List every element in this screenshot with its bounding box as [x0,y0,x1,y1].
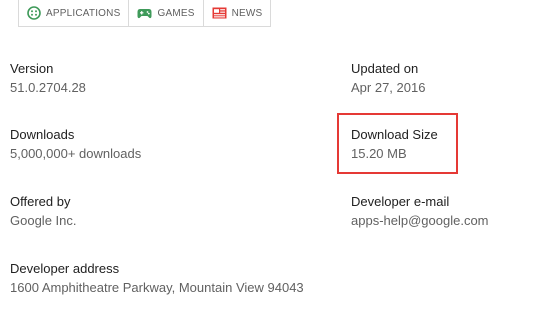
download-size-field: Download Size 15.20 MB [351,127,559,162]
app-details-page: APPLICATIONS GAMES NEWS Version 51.0.270… [0,0,559,317]
gamepad-icon [137,8,152,19]
updated-on-value: Apr 27, 2016 [351,80,426,95]
downloads-field: Downloads 5,000,000+ downloads [10,127,250,162]
version-title: Version [10,61,54,76]
developer-address-field: Developer address 1600 Amphitheatre Park… [10,261,430,296]
developer-email-field: Developer e-mail apps-help@google.com [351,194,559,229]
tab-games[interactable]: GAMES [129,0,204,26]
tab-applications[interactable]: APPLICATIONS [19,0,130,26]
offered-by-title: Offered by [10,194,71,209]
developer-email-title: Developer e-mail [351,194,450,209]
tab-applications-label: APPLICATIONS [46,7,121,19]
downloads-value: 5,000,000+ downloads [10,146,142,161]
download-size-value: 15.20 MB [351,146,407,161]
version-field: Version 51.0.2704.28 [10,61,250,96]
tab-news-label: NEWS [231,7,263,19]
offered-by-value: Google Inc. [10,213,77,228]
developer-address-title: Developer address [10,261,120,276]
developer-address-value: 1600 Amphitheatre Parkway, Mountain View… [10,280,304,295]
newspaper-icon [212,7,227,19]
tab-games-label: GAMES [157,7,195,19]
tab-news[interactable]: NEWS [204,0,271,26]
updated-on-field: Updated on Apr 27, 2016 [351,61,559,96]
applications-icon [27,6,41,20]
developer-email-value[interactable]: apps-help@google.com [351,213,559,229]
category-tabs: APPLICATIONS GAMES NEWS [18,0,272,27]
download-size-title: Download Size [351,127,438,142]
version-value: 51.0.2704.28 [10,80,86,95]
offered-by-field: Offered by Google Inc. [10,194,250,229]
downloads-title: Downloads [10,127,75,142]
updated-on-title: Updated on [351,61,419,76]
